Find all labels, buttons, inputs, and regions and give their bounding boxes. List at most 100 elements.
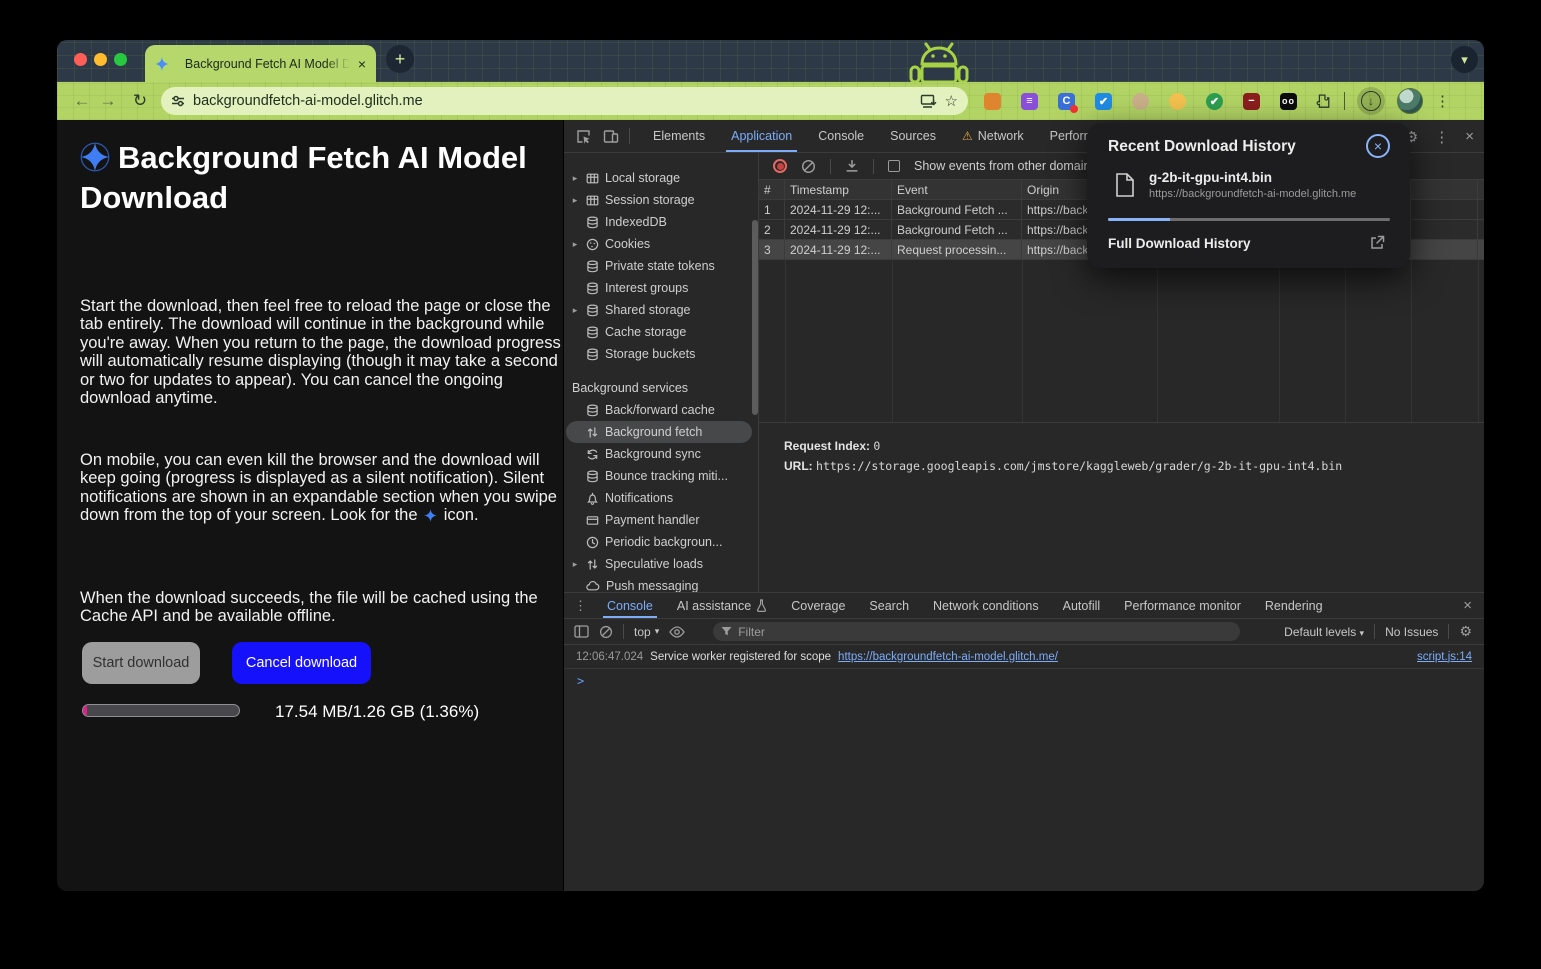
save-events-icon[interactable] <box>845 159 859 173</box>
drawer-more-icon[interactable]: ⋮ <box>574 598 587 614</box>
devtools-menu-icon[interactable]: ⋮ <box>1434 128 1449 146</box>
ext-monkey[interactable] <box>1132 93 1149 110</box>
sidebar-item-storage-buckets[interactable]: Storage buckets <box>564 343 758 365</box>
sidebar-item-cache-storage[interactable]: Cache storage <box>564 321 758 343</box>
grid-divider <box>1022 260 1023 422</box>
header-cell[interactable]: # <box>759 180 785 199</box>
sidebar-item-back-forward-cache[interactable]: Back/forward cache <box>564 399 758 421</box>
drawer-tab-rendering[interactable]: Rendering <box>1253 593 1335 618</box>
ext-red-shield[interactable]: − <box>1243 93 1260 110</box>
new-tab-button[interactable]: + <box>386 45 414 73</box>
log-scope-link[interactable]: https://backgroundfetch-ai-model.glitch.… <box>838 651 1058 663</box>
sidebar-item-private-state-tokens[interactable]: Private state tokens <box>564 255 758 277</box>
external-link-icon[interactable] <box>1370 235 1385 250</box>
profile-avatar[interactable] <box>1397 88 1423 114</box>
header-cell[interactable]: Timestamp <box>785 180 892 199</box>
devtools-top-icons: ⚙ ⋮ × <box>1405 120 1474 153</box>
device-toolbar-icon[interactable] <box>603 129 619 144</box>
show-other-domains-checkbox[interactable] <box>888 160 900 172</box>
disclosure-arrow-icon[interactable]: ▸ <box>570 239 580 250</box>
url-text[interactable]: backgroundfetch-ai-model.glitch.me <box>193 93 912 109</box>
default-levels-dropdown[interactable]: Default levels ▾ <box>1284 625 1364 639</box>
drawer-tab-coverage[interactable]: Coverage <box>779 593 857 618</box>
download-file-name[interactable]: g-2b-it-gpu-int4.bin <box>1149 170 1272 185</box>
devtools-tab-application[interactable]: Application <box>718 120 805 152</box>
ext-builder[interactable] <box>1169 93 1186 110</box>
drawer-close-icon[interactable]: × <box>1463 597 1472 614</box>
full-download-history-link[interactable]: Full Download History <box>1108 236 1251 251</box>
ext-blue-check[interactable]: ✔ <box>1095 93 1112 110</box>
header-cell[interactable]: Event <box>892 180 1022 199</box>
devtools-close-icon[interactable]: × <box>1465 128 1474 145</box>
window-chevron-button[interactable]: ▾ <box>1451 46 1478 73</box>
grid-icon <box>586 194 599 207</box>
devtools-tab-elements[interactable]: Elements <box>640 120 718 152</box>
ext-dark-glasses[interactable]: oo <box>1280 93 1297 110</box>
record-events-button[interactable] <box>773 159 787 173</box>
drawer-tab-search[interactable]: Search <box>857 593 921 618</box>
close-window-button[interactable] <box>74 53 87 66</box>
minimize-window-button[interactable] <box>94 53 107 66</box>
sidebar-item-shared-storage[interactable]: ▸Shared storage <box>564 299 758 321</box>
cancel-download-button[interactable]: Cancel download <box>232 642 371 684</box>
disclosure-arrow-icon[interactable]: ▸ <box>570 559 580 570</box>
disclosure-arrow-icon[interactable]: ▸ <box>570 173 580 184</box>
sidebar-scrollbar[interactable] <box>752 220 758 415</box>
tab-close-icon[interactable]: × <box>358 57 366 71</box>
extensions-puzzle-icon[interactable] <box>1315 93 1332 110</box>
sidebar-item-payment-handler[interactable]: Payment handler <box>564 509 758 531</box>
console-eye-icon[interactable] <box>669 626 685 638</box>
sidebar-item-background-sync[interactable]: Background sync <box>564 443 758 465</box>
maximize-window-button[interactable] <box>114 53 127 66</box>
popup-close-button[interactable]: × <box>1366 134 1390 158</box>
devtools-tab-network[interactable]: ⚠Network <box>949 120 1037 152</box>
console-clear-icon[interactable] <box>599 625 613 639</box>
console-context-selector[interactable]: top ▾ <box>634 625 659 639</box>
downloads-button[interactable]: ↓ <box>1357 87 1385 115</box>
sidebar-item-speculative-loads[interactable]: ▸Speculative loads <box>564 553 758 575</box>
ext-green-check[interactable]: ✔ <box>1206 93 1223 110</box>
sidebar-item-background-fetch[interactable]: Background fetch <box>566 421 752 443</box>
sidebar-item-bounce-tracking-miti-[interactable]: Bounce tracking miti... <box>564 465 758 487</box>
disclosure-arrow-icon[interactable]: ▸ <box>570 195 580 206</box>
header-cell[interactable] <box>1411 180 1478 199</box>
drawer-tab-ai-assistance[interactable]: AI assistance <box>665 593 779 618</box>
send-to-device-icon[interactable] <box>920 94 937 109</box>
drawer-tab-autofill[interactable]: Autofill <box>1051 593 1113 618</box>
devtools-tab-sources[interactable]: Sources <box>877 120 949 152</box>
devtools-tab-console[interactable]: Console <box>805 120 877 152</box>
site-settings-icon[interactable] <box>171 94 185 108</box>
back-button[interactable]: ← <box>69 91 95 111</box>
issues-counter[interactable]: No Issues <box>1385 625 1438 639</box>
ext-orange-tool[interactable] <box>984 93 1001 110</box>
bookmark-star-icon[interactable]: ☆ <box>945 92 958 110</box>
forward-button[interactable]: → <box>95 91 121 111</box>
log-source-link[interactable]: script.js:14 <box>1417 651 1472 663</box>
sidebar-item-indexeddb[interactable]: IndexedDB <box>564 211 758 233</box>
sidebar-item-periodic-backgroun-[interactable]: Periodic backgroun... <box>564 531 758 553</box>
browser-menu-icon[interactable]: ⋮ <box>1435 92 1450 110</box>
sidebar-item-interest-groups[interactable]: Interest groups <box>564 277 758 299</box>
sidebar-item-cookies[interactable]: ▸Cookies <box>564 233 758 255</box>
ext-password-key[interactable]: C <box>1058 93 1075 110</box>
console-settings-icon[interactable]: ⚙ <box>1459 623 1472 640</box>
drawer-tab-performance-monitor[interactable]: Performance monitor <box>1112 593 1253 618</box>
url-bar[interactable]: backgroundfetch-ai-model.glitch.me ☆ <box>161 87 968 115</box>
start-download-button[interactable]: Start download <box>82 642 200 684</box>
sidebar-item-local-storage[interactable]: ▸ Local storage <box>564 167 758 189</box>
drawer-tab-console[interactable]: Console <box>595 593 665 618</box>
inspect-element-icon[interactable] <box>576 129 591 144</box>
disclosure-arrow-icon[interactable]: ▸ <box>570 305 580 316</box>
console-sidebar-icon[interactable] <box>574 625 589 638</box>
drawer-tab-network-conditions[interactable]: Network conditions <box>921 593 1051 618</box>
sidebar-item-push-messaging[interactable]: Push messaging <box>564 575 758 592</box>
sidebar-item-session-storage[interactable]: ▸Session storage <box>564 189 758 211</box>
ext-purple-layers[interactable]: ≡ <box>1021 93 1038 110</box>
reload-button[interactable]: ↻ <box>127 91 153 111</box>
clear-events-icon[interactable] <box>801 159 816 174</box>
sidebar-item-label: Local storage <box>605 171 680 185</box>
console-filter-input[interactable]: Filter <box>713 622 1240 641</box>
sidebar-item-notifications[interactable]: Notifications <box>564 487 758 509</box>
browser-tab[interactable]: Background Fetch AI Model D × <box>145 45 376 82</box>
console-prompt[interactable]: > <box>564 669 1484 693</box>
